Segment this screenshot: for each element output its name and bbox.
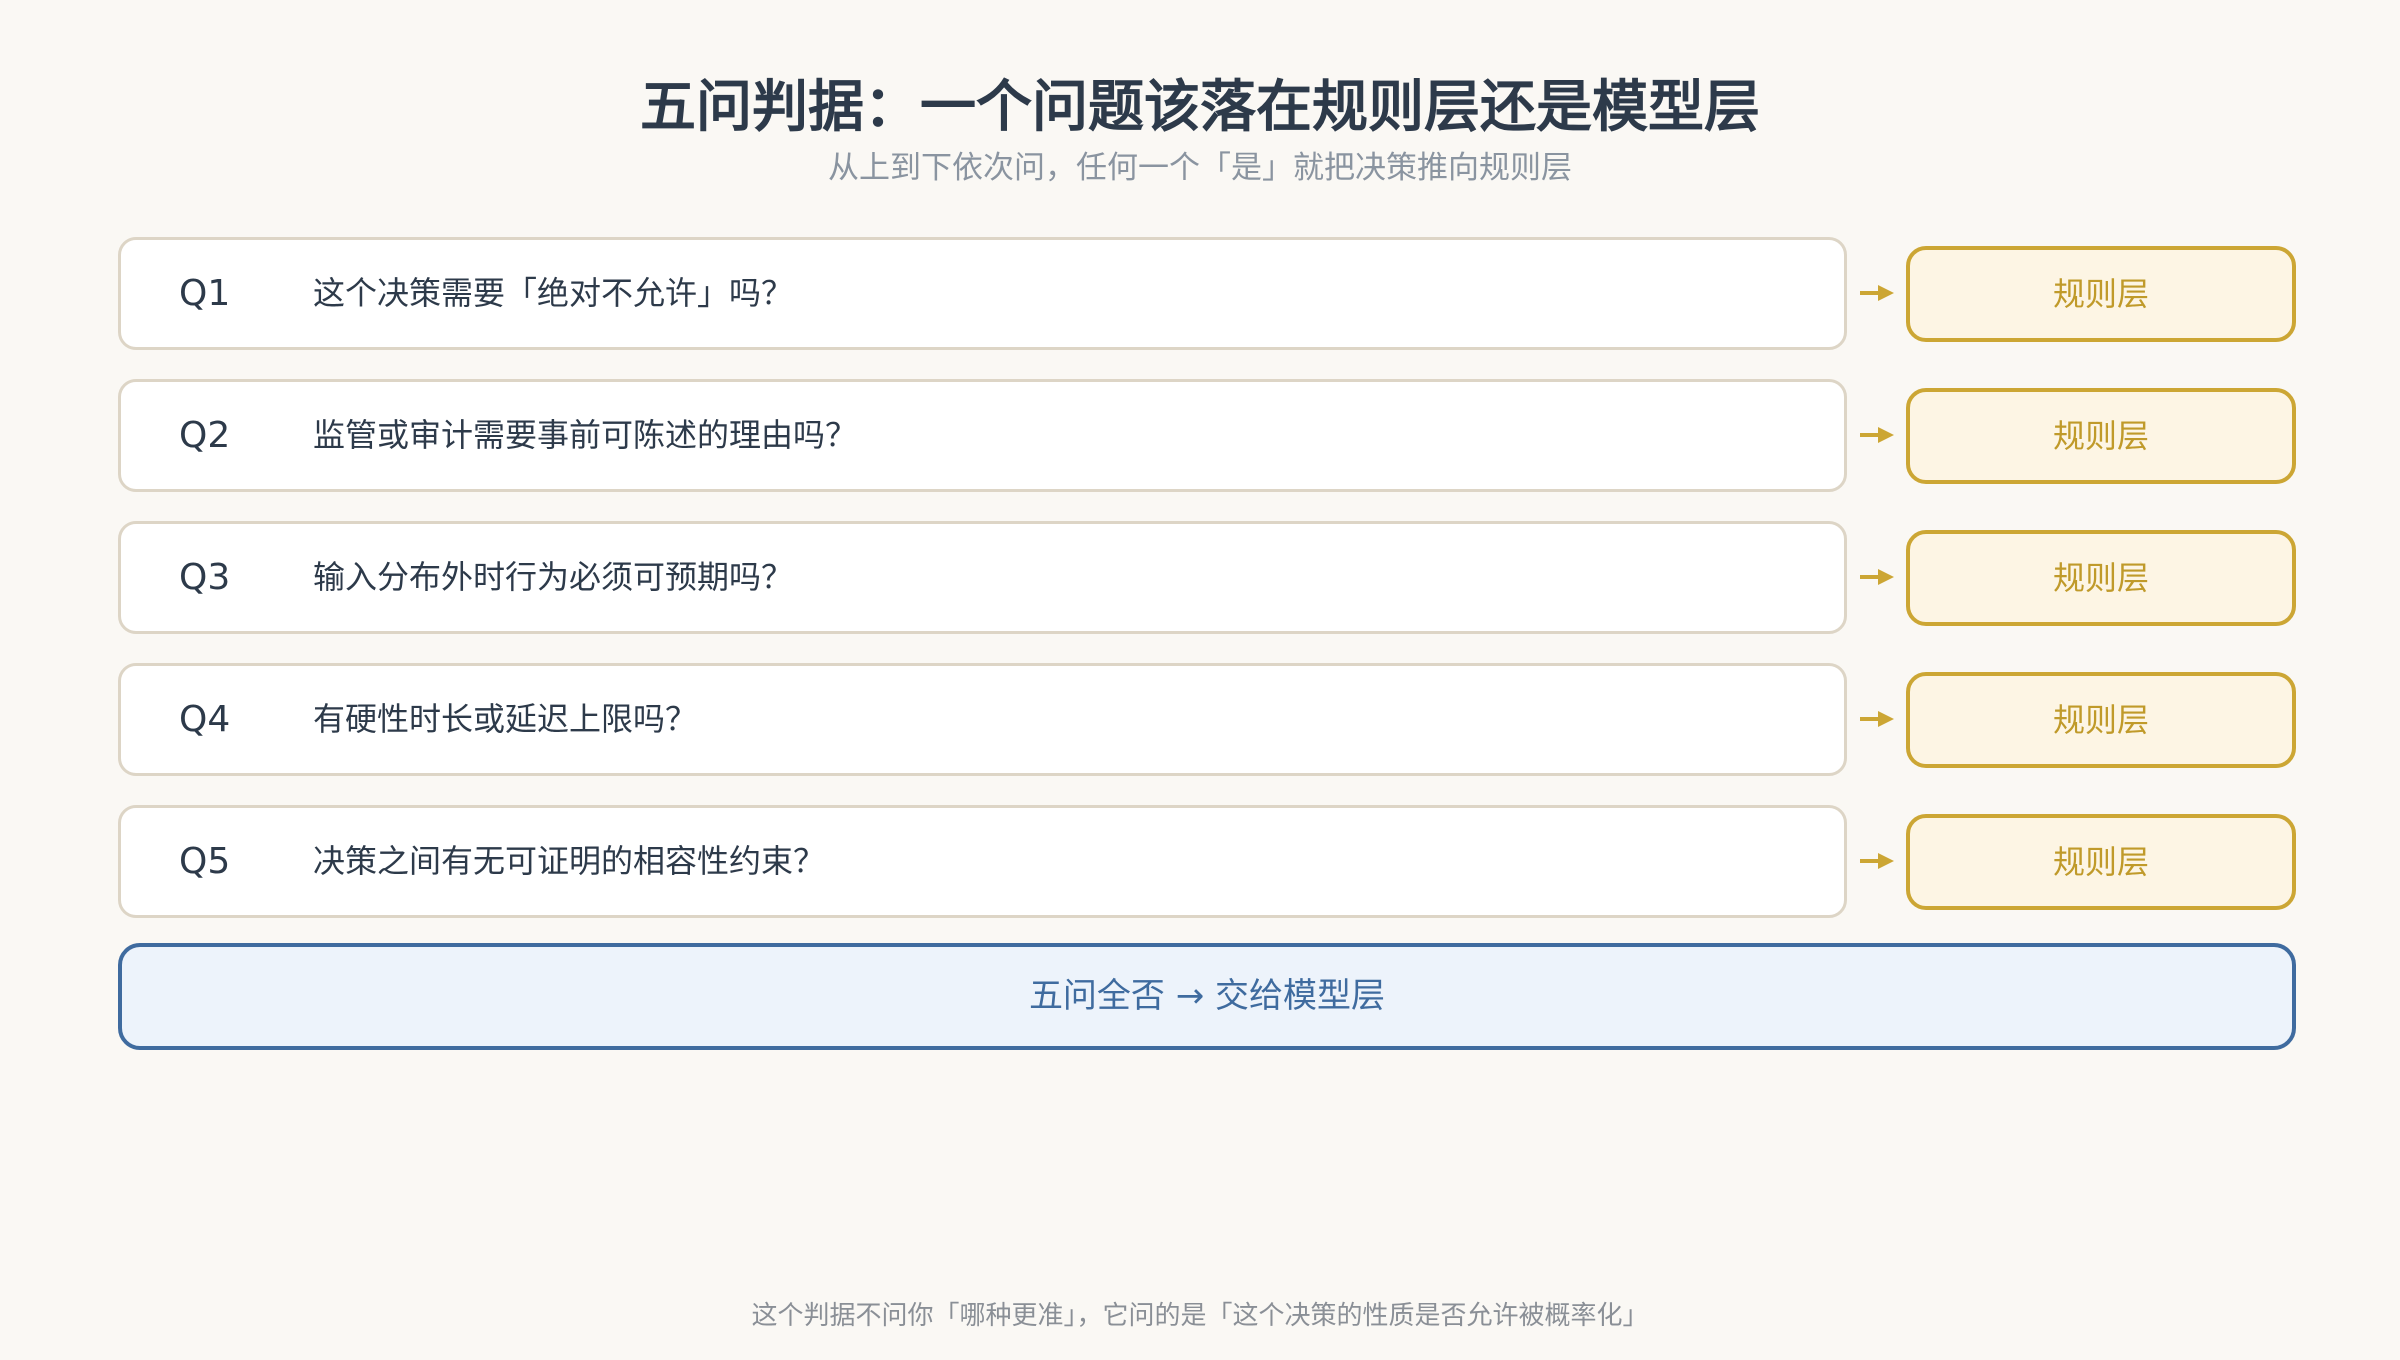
question-row-q4: Q4 有硬性时长或延迟上限吗？ 规则层 (118, 663, 2296, 780)
arrow-right-icon (1860, 427, 1894, 443)
question-box: Q1 这个决策需要「绝对不允许」吗？ (118, 237, 1847, 350)
question-row-q5: Q5 决策之间有无可证明的相容性约束？ 规则层 (118, 805, 2296, 922)
question-id: Q4 (179, 699, 231, 740)
arrow-right-icon (1860, 569, 1894, 585)
question-id: Q5 (179, 841, 231, 882)
question-row-q1: Q1 这个决策需要「绝对不允许」吗？ 规则层 (118, 237, 2296, 354)
arrow-right-icon (1860, 853, 1894, 869)
question-id: Q1 (179, 273, 231, 314)
question-row-q3: Q3 输入分布外时行为必须可预期吗？ 规则层 (118, 521, 2296, 638)
rule-layer-box: 规则层 (1906, 672, 2296, 768)
model-layer-box: 五问全否 → 交给模型层 (118, 943, 2296, 1050)
question-box: Q3 输入分布外时行为必须可预期吗？ (118, 521, 1847, 634)
question-text: 决策之间有无可证明的相容性约束？ (313, 842, 826, 880)
question-text: 输入分布外时行为必须可预期吗？ (313, 558, 794, 596)
question-box: Q4 有硬性时长或延迟上限吗？ (118, 663, 1847, 776)
rule-layer-box: 规则层 (1906, 814, 2296, 910)
question-text: 监管或审计需要事前可陈述的理由吗？ (313, 416, 858, 454)
question-list: Q1 这个决策需要「绝对不允许」吗？ 规则层 Q2 监管或审计需要事前可陈述的理… (118, 237, 2296, 947)
question-id: Q3 (179, 557, 231, 598)
page-title: 五问判据：一个问题该落在规则层还是模型层 (640, 75, 1760, 140)
question-id: Q2 (179, 415, 231, 456)
arrow-right-icon (1860, 711, 1894, 727)
question-text: 有硬性时长或延迟上限吗？ (313, 700, 698, 738)
question-row-q2: Q2 监管或审计需要事前可陈述的理由吗？ 规则层 (118, 379, 2296, 496)
rule-layer-box: 规则层 (1906, 388, 2296, 484)
question-box: Q5 决策之间有无可证明的相容性约束？ (118, 805, 1847, 918)
page-subtitle: 从上到下依次问，任何一个「是」就把决策推向规则层 (828, 150, 1572, 186)
question-text: 这个决策需要「绝对不允许」吗？ (313, 274, 794, 312)
question-box: Q2 监管或审计需要事前可陈述的理由吗？ (118, 379, 1847, 492)
footer-note: 这个判据不问你「哪种更准」，它问的是「这个决策的性质是否允许被概率化」 (751, 1301, 1649, 1331)
arrow-right-icon (1860, 285, 1894, 301)
rule-layer-box: 规则层 (1906, 246, 2296, 342)
rule-layer-box: 规则层 (1906, 530, 2296, 626)
